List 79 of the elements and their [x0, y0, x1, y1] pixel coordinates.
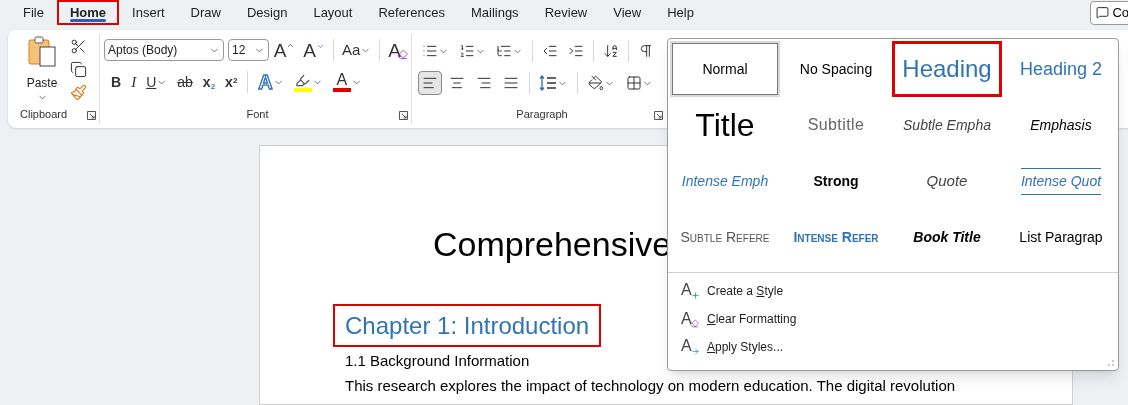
align-left-button[interactable] [418, 71, 442, 95]
style-option[interactable]: Heading 2 [1006, 41, 1116, 97]
group-label: Clipboard [20, 106, 68, 122]
style-option[interactable]: Heading [892, 41, 1002, 97]
align-left-icon [422, 75, 438, 91]
style-option[interactable]: No Spacing [784, 41, 888, 97]
show-marks-icon [638, 43, 654, 59]
superscript-button[interactable]: x$^{2}$ [222, 70, 241, 94]
style-command[interactable]: A Apply Styles... [668, 333, 1118, 361]
clear-button[interactable]: A [385, 38, 411, 62]
subheading: 1.1 Background Information [345, 351, 530, 371]
body-paragraph: This research explores the impact of technology on modern education. The digital revolution [345, 377, 956, 395]
copy-icon[interactable] [70, 61, 87, 78]
increase-indent-icon [568, 43, 584, 59]
color-button[interactable]: A [329, 70, 365, 94]
selected-tab-underline [69, 19, 107, 22]
menu-tab[interactable]: Help [654, 0, 707, 25]
group-label: Paragraph [516, 106, 568, 122]
style-command[interactable]: A Create a Style [668, 277, 1118, 305]
style-option[interactable]: Subtitle [784, 97, 888, 153]
shrink-button[interactable]: A [300, 38, 329, 62]
borders-icon [626, 75, 642, 91]
format-painter-icon[interactable] [70, 84, 87, 101]
line-spacing-icon [539, 75, 557, 91]
style-option[interactable]: List Paragrap [1006, 209, 1116, 265]
style-command[interactable]: A Clear Formatting [668, 305, 1118, 333]
dialog-launcher-icon[interactable] [399, 111, 408, 120]
style-option[interactable]: Emphasis [1006, 97, 1116, 153]
multilevel-list-icon [496, 43, 512, 59]
subscript-button[interactable]: x$_{2}$ [199, 70, 219, 94]
style-option[interactable]: Normal [670, 41, 780, 97]
highlighter-icon [293, 72, 312, 92]
style-option[interactable]: Subtle Refere [670, 209, 780, 265]
resize-grip-icon [1108, 360, 1114, 366]
shading-icon [588, 75, 604, 91]
style-option[interactable]: Intense Quot [1006, 153, 1116, 209]
italic-button[interactable]: I [128, 70, 140, 94]
menu-tab[interactable]: Insert [119, 0, 178, 25]
case-button[interactable]: Aa [339, 38, 375, 62]
align-right-icon [476, 75, 492, 91]
paste-button[interactable]: Paste [20, 36, 64, 106]
menu-tab[interactable]: File [10, 0, 57, 25]
style-option[interactable]: Book Title [892, 209, 1002, 265]
menu-tab[interactable]: Layout [300, 0, 366, 25]
bold-button[interactable]: B [108, 70, 125, 94]
style-option[interactable]: Strong [784, 153, 888, 209]
group-label: Font [246, 106, 269, 122]
cut-icon[interactable] [70, 38, 87, 55]
menu-tab[interactable]: Design [233, 0, 301, 25]
menu-tab[interactable]: View [600, 0, 655, 25]
comment-icon [1096, 6, 1110, 19]
menu-tab[interactable]: Home [56, 0, 120, 25]
document-title: Comprehensive [433, 224, 672, 264]
style-option[interactable]: Subtle Empha [892, 97, 1002, 153]
bullets-icon [422, 43, 438, 59]
style-option[interactable]: Title [670, 97, 780, 153]
dialog-launcher-icon[interactable] [654, 111, 663, 120]
align-justify-icon [503, 75, 519, 91]
dialog-launcher-icon[interactable] [87, 111, 96, 120]
menu-tab[interactable]: Mailings [457, 0, 532, 25]
numbering-icon [459, 43, 475, 59]
clipboard-icon [27, 36, 57, 68]
font-size-field[interactable]: 12 [228, 39, 269, 61]
grow-button[interactable]: A [270, 38, 299, 62]
sort-icon [603, 43, 619, 59]
chapter-heading: Chapter 1: Introduction [333, 304, 602, 347]
menu-tab[interactable]: Draw [177, 0, 234, 25]
decrease-indent-icon [542, 43, 558, 59]
align-center-icon [449, 75, 465, 91]
underline-button[interactable]: U [143, 70, 171, 94]
strike-button[interactable]: ab [174, 70, 196, 94]
menu-tab[interactable]: Review [531, 0, 601, 25]
menu-tab[interactable]: References [365, 0, 458, 25]
style-option[interactable]: Intense Refer [784, 209, 888, 265]
style-option[interactable]: Quote [892, 153, 1002, 209]
color-bar-icon [332, 88, 351, 92]
font-name-field[interactable]: Aptos (Body) [104, 39, 225, 61]
style-option[interactable]: Intense Emph [670, 153, 780, 209]
comments-button[interactable]: Co [1090, 0, 1128, 25]
